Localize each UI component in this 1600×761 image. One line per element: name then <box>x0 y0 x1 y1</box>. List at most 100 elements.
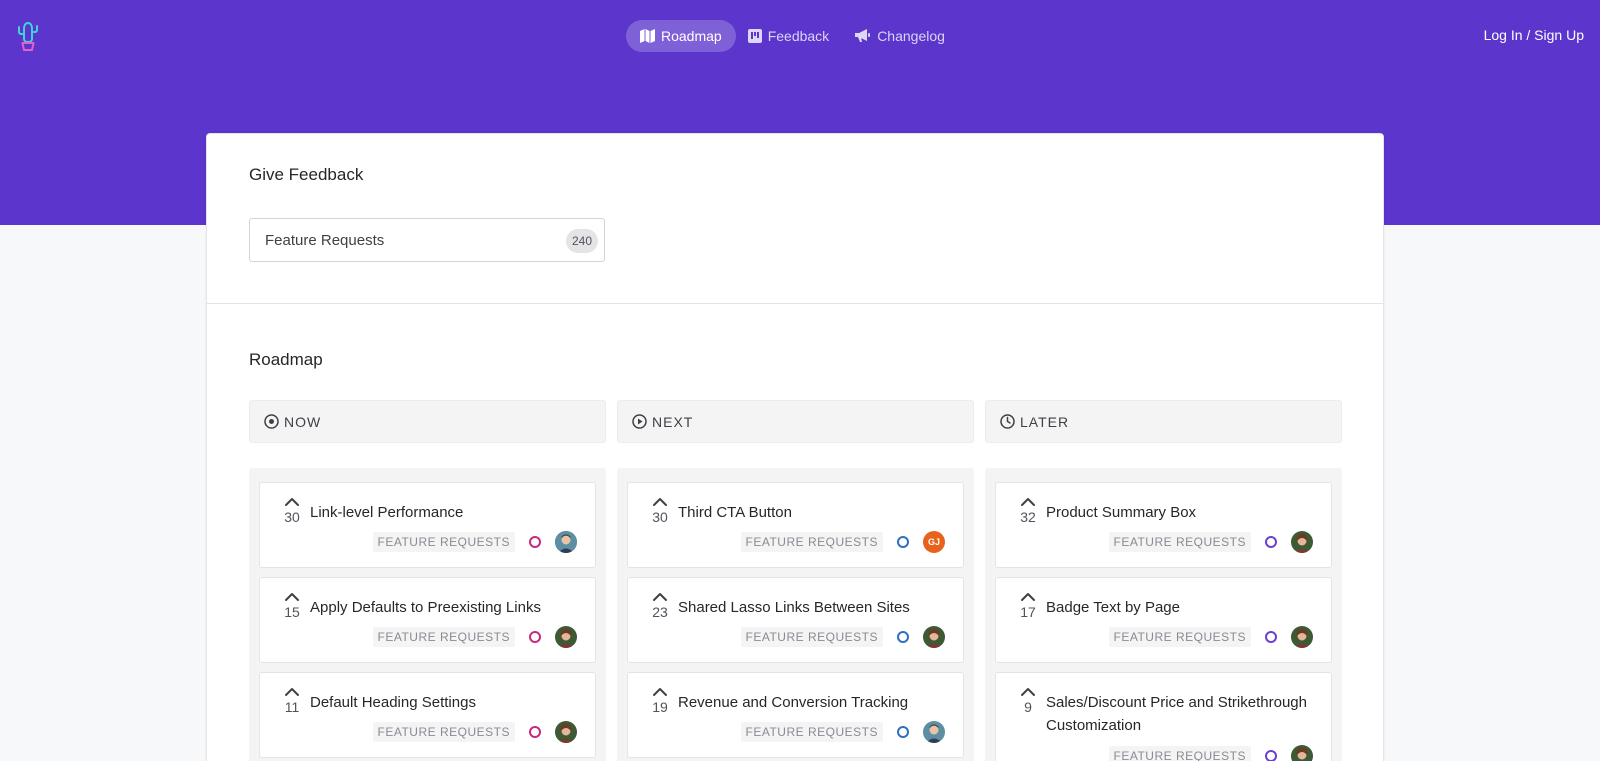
post-card[interactable]: 32 Product Summary Box FEATURE REQUESTS <box>995 482 1332 568</box>
post-meta: FEATURE REQUESTS <box>1108 531 1313 553</box>
vote-count: 11 <box>284 699 300 715</box>
board-tag[interactable]: FEATURE REQUESTS <box>740 532 883 552</box>
status-later-icon <box>1265 631 1277 643</box>
board-tag[interactable]: FEATURE REQUESTS <box>740 722 883 742</box>
post-title[interactable]: Third CTA Button <box>678 501 948 524</box>
post-meta: FEATURE REQUESTS <box>372 626 577 648</box>
board-feature-requests[interactable]: Feature Requests 240 <box>249 218 605 262</box>
post-card[interactable]: 19 Revenue and Conversion Tracking FEATU… <box>627 672 964 758</box>
vote-count: 23 <box>652 604 668 620</box>
upvote-button[interactable]: 23 <box>646 592 674 620</box>
post-card[interactable]: 15 Apply Defaults to Preexisting Links F… <box>259 577 596 663</box>
avatar <box>555 626 577 648</box>
map-icon <box>640 29 655 43</box>
column-now: 30 Link-level Performance FEATURE REQUES… <box>249 468 606 761</box>
upvote-button[interactable]: 30 <box>278 497 306 525</box>
post-card[interactable]: 23 Shared Lasso Links Between Sites FEAT… <box>627 577 964 663</box>
board-tag[interactable]: FEATURE REQUESTS <box>740 627 883 647</box>
upvote-button[interactable]: 30 <box>646 497 674 525</box>
upvote-button[interactable]: 32 <box>1014 497 1042 525</box>
nav-roadmap-label: Roadmap <box>661 28 722 44</box>
board-icon <box>747 29 762 43</box>
column-next: 30 Third CTA Button FEATURE REQUESTS GJ … <box>617 468 974 761</box>
column-header-later: LATER <box>985 400 1342 443</box>
post-title[interactable]: Default Heading Settings <box>310 691 580 714</box>
post-title[interactable]: Product Summary Box <box>1046 501 1316 524</box>
upvote-button[interactable]: 15 <box>278 592 306 620</box>
nav-feedback[interactable]: Feedback <box>734 20 843 52</box>
column-header-now: NOW <box>249 400 606 443</box>
post-title[interactable]: Revenue and Conversion Tracking <box>678 691 948 714</box>
chevron-up-icon <box>653 688 667 696</box>
nav-changelog[interactable]: Changelog <box>841 20 959 52</box>
avatar <box>555 531 577 553</box>
section-divider <box>207 303 1383 304</box>
post-title[interactable]: Apply Defaults to Preexisting Links <box>310 596 580 619</box>
post-title[interactable]: Shared Lasso Links Between Sites <box>678 596 948 619</box>
vote-count: 17 <box>1020 604 1036 620</box>
board-count-badge: 240 <box>566 229 598 253</box>
avatar <box>1291 626 1313 648</box>
status-later-icon <box>1265 536 1277 548</box>
post-title[interactable]: Sales/Discount Price and Strikethrough C… <box>1046 691 1316 737</box>
megaphone-icon <box>855 29 871 42</box>
chevron-up-icon <box>653 498 667 506</box>
vote-count: 15 <box>284 604 300 620</box>
cactus-logo-icon[interactable] <box>16 20 40 52</box>
post-meta: FEATURE REQUESTS <box>372 531 577 553</box>
column-label-next: NEXT <box>652 413 694 430</box>
avatar <box>555 721 577 743</box>
chevron-up-icon <box>285 498 299 506</box>
vote-count: 32 <box>1020 509 1036 525</box>
post-meta: FEATURE REQUESTS <box>1108 626 1313 648</box>
play-icon <box>632 414 647 429</box>
board-name: Feature Requests <box>265 231 385 249</box>
board-tag[interactable]: FEATURE REQUESTS <box>372 722 515 742</box>
column-header-next: NEXT <box>617 400 974 443</box>
roadmap-title: Roadmap <box>249 350 323 369</box>
board-tag[interactable]: FEATURE REQUESTS <box>1108 627 1251 647</box>
post-card[interactable]: 17 Badge Text by Page FEATURE REQUESTS <box>995 577 1332 663</box>
post-card[interactable]: 30 Third CTA Button FEATURE REQUESTS GJ <box>627 482 964 568</box>
post-meta: FEATURE REQUESTS <box>1108 745 1313 761</box>
board-tag[interactable]: FEATURE REQUESTS <box>1108 746 1251 761</box>
post-meta: FEATURE REQUESTS GJ <box>740 531 945 553</box>
column-label-later: LATER <box>1020 413 1070 430</box>
chevron-up-icon <box>1021 593 1035 601</box>
post-title[interactable]: Link-level Performance <box>310 501 580 524</box>
primary-nav: Roadmap Feedback Changelog <box>626 20 959 52</box>
nav-roadmap[interactable]: Roadmap <box>626 20 736 52</box>
status-now-icon <box>529 631 541 643</box>
post-card[interactable]: 11 Default Heading Settings FEATURE REQU… <box>259 672 596 758</box>
upvote-button[interactable]: 17 <box>1014 592 1042 620</box>
chevron-up-icon <box>1021 498 1035 506</box>
status-now-icon <box>529 726 541 738</box>
status-next-icon <box>897 631 909 643</box>
vote-count: 30 <box>284 509 300 525</box>
avatar <box>923 721 945 743</box>
board-tag[interactable]: FEATURE REQUESTS <box>1108 532 1251 552</box>
chevron-up-icon <box>285 593 299 601</box>
chevron-up-icon <box>285 688 299 696</box>
post-meta: FEATURE REQUESTS <box>372 721 577 743</box>
board-tag[interactable]: FEATURE REQUESTS <box>372 627 515 647</box>
board-tag[interactable]: FEATURE REQUESTS <box>372 532 515 552</box>
chevron-up-icon <box>1021 688 1035 696</box>
clock-icon <box>1000 414 1015 429</box>
vote-count: 9 <box>1024 699 1032 715</box>
main-card: Give Feedback Feature Requests 240 Roadm… <box>206 133 1384 761</box>
chevron-up-icon <box>653 593 667 601</box>
give-feedback-title: Give Feedback <box>249 165 364 184</box>
login-signup-link[interactable]: Log In / Sign Up <box>1484 27 1584 43</box>
status-next-icon <box>897 726 909 738</box>
upvote-button[interactable]: 9 <box>1014 687 1042 715</box>
post-title[interactable]: Badge Text by Page <box>1046 596 1316 619</box>
nav-changelog-label: Changelog <box>877 28 945 44</box>
avatar <box>1291 745 1313 761</box>
vote-count: 30 <box>652 509 668 525</box>
upvote-button[interactable]: 11 <box>278 687 306 715</box>
upvote-button[interactable]: 19 <box>646 687 674 715</box>
post-card[interactable]: 9 Sales/Discount Price and Strikethrough… <box>995 672 1332 761</box>
post-card[interactable]: 30 Link-level Performance FEATURE REQUES… <box>259 482 596 568</box>
status-now-icon <box>529 536 541 548</box>
